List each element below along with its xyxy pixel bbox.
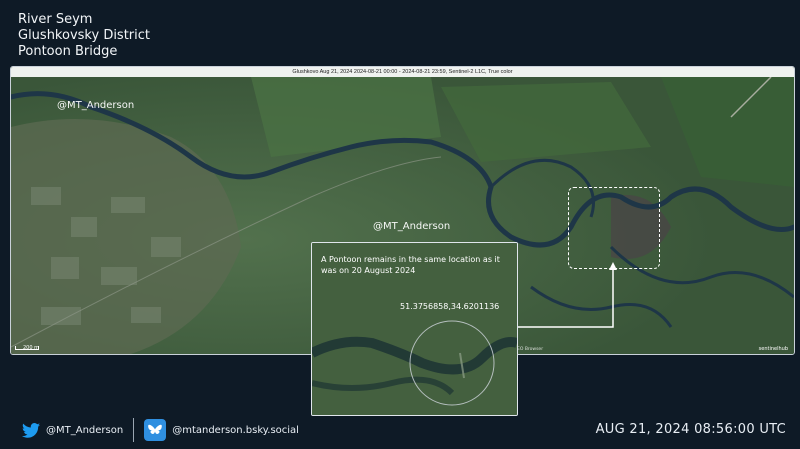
twitter-bird-icon [22, 422, 40, 438]
attribution: EO Browser [517, 347, 544, 352]
title-subject: Pontoon Bridge [18, 44, 118, 59]
title-block: River Seym Glushkovsky District Pontoon … [18, 12, 150, 60]
inset-note: A Pontoon remains in the same location a… [321, 255, 500, 275]
zoom-inset[interactable]: A Pontoon remains in the same location a… [311, 242, 518, 416]
watermark-top-left: @MT_Anderson [57, 100, 135, 111]
twitter-handle[interactable]: @MT_Anderson [46, 425, 123, 436]
bluesky-handle[interactable]: @mtanderson.bsky.social [172, 425, 299, 436]
imagery-header: Glushkovo Aug 21, 2024 2024-08-21 00:00 … [11, 67, 794, 77]
title-district: Glushkovsky District [18, 28, 151, 43]
inset-coordinates: 51.3756858,34.6201136 [400, 302, 500, 311]
scale-label: 200 m [23, 345, 40, 351]
footer-divider [133, 418, 135, 442]
footer-handles: @MT_Anderson @mtanderson.bsky.social [22, 416, 299, 444]
pontoon-highlight-box [568, 187, 660, 269]
watermark-center: @MT_Anderson [373, 221, 451, 232]
bluesky-icon [144, 419, 167, 441]
capture-timestamp: AUG 21, 2024 08:56:00 UTC [595, 422, 786, 437]
sentinelhub-logo: sentinelhub [758, 346, 788, 352]
title-river: River Seym [18, 12, 93, 27]
